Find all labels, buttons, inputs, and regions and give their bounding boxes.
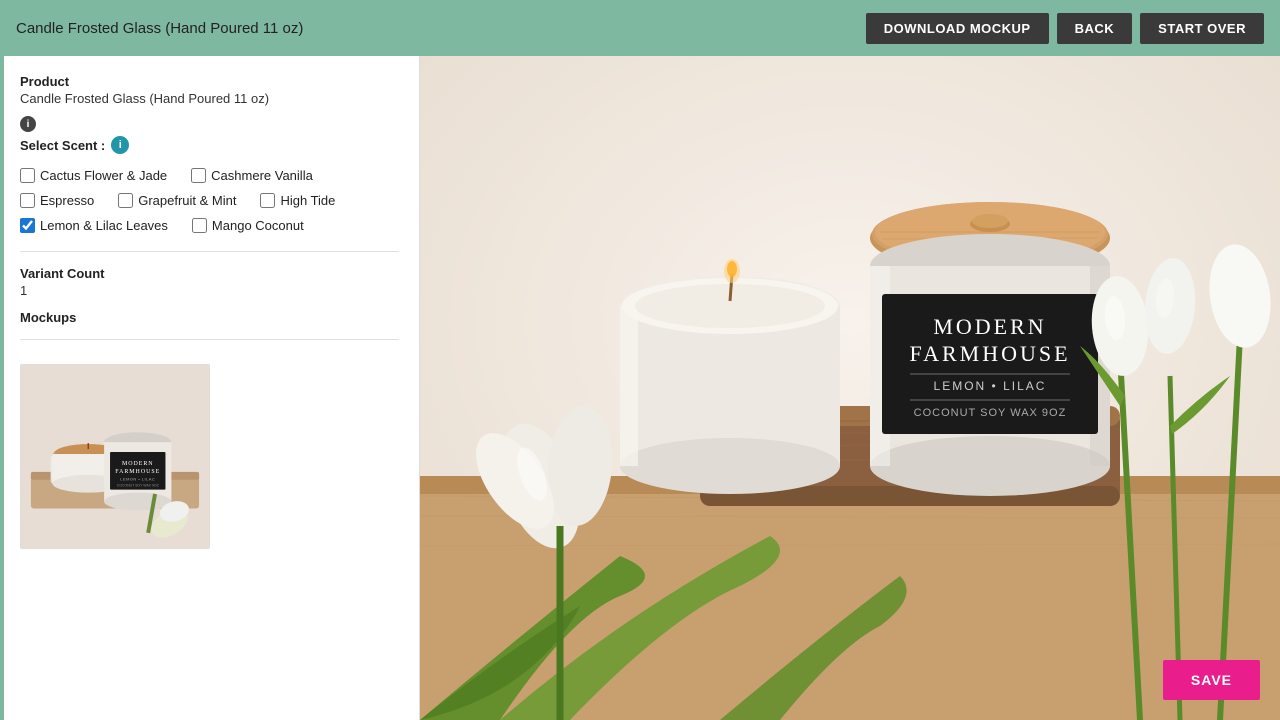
variant-count-value: 1 (20, 283, 399, 298)
main-candle-scene-svg: MODERN FARMHOUSE LEMON • LILAC COCONUT S… (420, 56, 1280, 720)
left-panel: Product Candle Frosted Glass (Hand Poure… (0, 56, 420, 720)
save-button[interactable]: SAVE (1163, 660, 1260, 700)
divider (20, 251, 399, 252)
scent-label-grapefruit: Grapefruit & Mint (138, 193, 236, 208)
svg-text:COCONUT SOY WAX 9OZ: COCONUT SOY WAX 9OZ (914, 407, 1067, 419)
thumbnail-svg: MODERN FARMHOUSE LEMON • LILAC COCONUT S… (21, 364, 209, 549)
right-panel: MODERN FARMHOUSE LEMON • LILAC COCONUT S… (420, 56, 1280, 720)
header-buttons: DOWNLOAD MOCKUP BACK START OVER (866, 13, 1264, 44)
back-button[interactable]: BACK (1057, 13, 1133, 44)
scent-label-espresso: Espresso (40, 193, 94, 208)
scents-grid: Cactus Flower & Jade Cashmere Vanilla Es… (20, 168, 399, 233)
svg-text:FARMHOUSE: FARMHOUSE (115, 469, 160, 475)
scent-checkbox-cashmere[interactable] (191, 168, 206, 183)
scents-row-2: Espresso Grapefruit & Mint High Tide (20, 193, 399, 208)
svg-text:FARMHOUSE: FARMHOUSE (909, 341, 1070, 366)
scent-checkbox-grapefruit[interactable] (118, 193, 133, 208)
header-title: Candle Frosted Glass (Hand Poured 11 oz) (16, 20, 303, 37)
select-scent-row: Select Scent : i (20, 136, 399, 154)
scent-label-cashmere: Cashmere Vanilla (211, 168, 313, 183)
svg-text:MODERN: MODERN (933, 314, 1046, 339)
info-icon[interactable]: i (20, 116, 36, 132)
scent-label-lemon: Lemon & Lilac Leaves (40, 218, 168, 233)
product-label: Product (20, 74, 399, 89)
scent-checkbox-mango[interactable] (192, 218, 207, 233)
select-scent-label: Select Scent : (20, 138, 105, 153)
scent-item-lemon[interactable]: Lemon & Lilac Leaves (20, 218, 168, 233)
scents-row-1: Cactus Flower & Jade Cashmere Vanilla (20, 168, 399, 183)
scent-checkbox-lemon[interactable] (20, 218, 35, 233)
scent-checkbox-cactus[interactable] (20, 168, 35, 183)
divider-2 (20, 339, 399, 340)
scent-item-cashmere[interactable]: Cashmere Vanilla (191, 168, 313, 183)
mockups-label: Mockups (20, 310, 399, 325)
variant-count-label: Variant Count (20, 266, 399, 281)
scent-item-high-tide[interactable]: High Tide (260, 193, 335, 208)
svg-text:LEMON • LILAC: LEMON • LILAC (934, 379, 1047, 393)
scents-row-3: Lemon & Lilac Leaves Mango Coconut (20, 218, 399, 233)
scent-label-high-tide: High Tide (280, 193, 335, 208)
mockup-thumbnail[interactable]: MODERN FARMHOUSE LEMON • LILAC COCONUT S… (20, 364, 210, 549)
scent-item-mango[interactable]: Mango Coconut (192, 218, 304, 233)
scent-item-grapefruit[interactable]: Grapefruit & Mint (118, 193, 236, 208)
info-row: i (20, 116, 399, 132)
scent-checkbox-high-tide[interactable] (260, 193, 275, 208)
scent-item-espresso[interactable]: Espresso (20, 193, 94, 208)
save-button-container: SAVE (1163, 660, 1260, 700)
svg-text:LEMON • LILAC: LEMON • LILAC (120, 477, 155, 482)
svg-text:MODERN: MODERN (122, 461, 154, 467)
download-mockup-button[interactable]: DOWNLOAD MOCKUP (866, 13, 1049, 44)
svg-text:COCONUT SOY WAX 9OZ: COCONUT SOY WAX 9OZ (117, 484, 159, 488)
scent-item-cactus[interactable]: Cactus Flower & Jade (20, 168, 167, 183)
scent-checkbox-espresso[interactable] (20, 193, 35, 208)
mockup-thumbnail-area: MODERN FARMHOUSE LEMON • LILAC COCONUT S… (20, 354, 399, 559)
product-value: Candle Frosted Glass (Hand Poured 11 oz) (20, 91, 399, 106)
start-over-button[interactable]: START OVER (1140, 13, 1264, 44)
scent-label-cactus: Cactus Flower & Jade (40, 168, 167, 183)
header: Candle Frosted Glass (Hand Poured 11 oz)… (0, 0, 1280, 56)
left-edge-indicator (0, 56, 4, 720)
scent-info-icon[interactable]: i (111, 136, 129, 154)
main-layout: Product Candle Frosted Glass (Hand Poure… (0, 56, 1280, 720)
scent-label-mango: Mango Coconut (212, 218, 304, 233)
